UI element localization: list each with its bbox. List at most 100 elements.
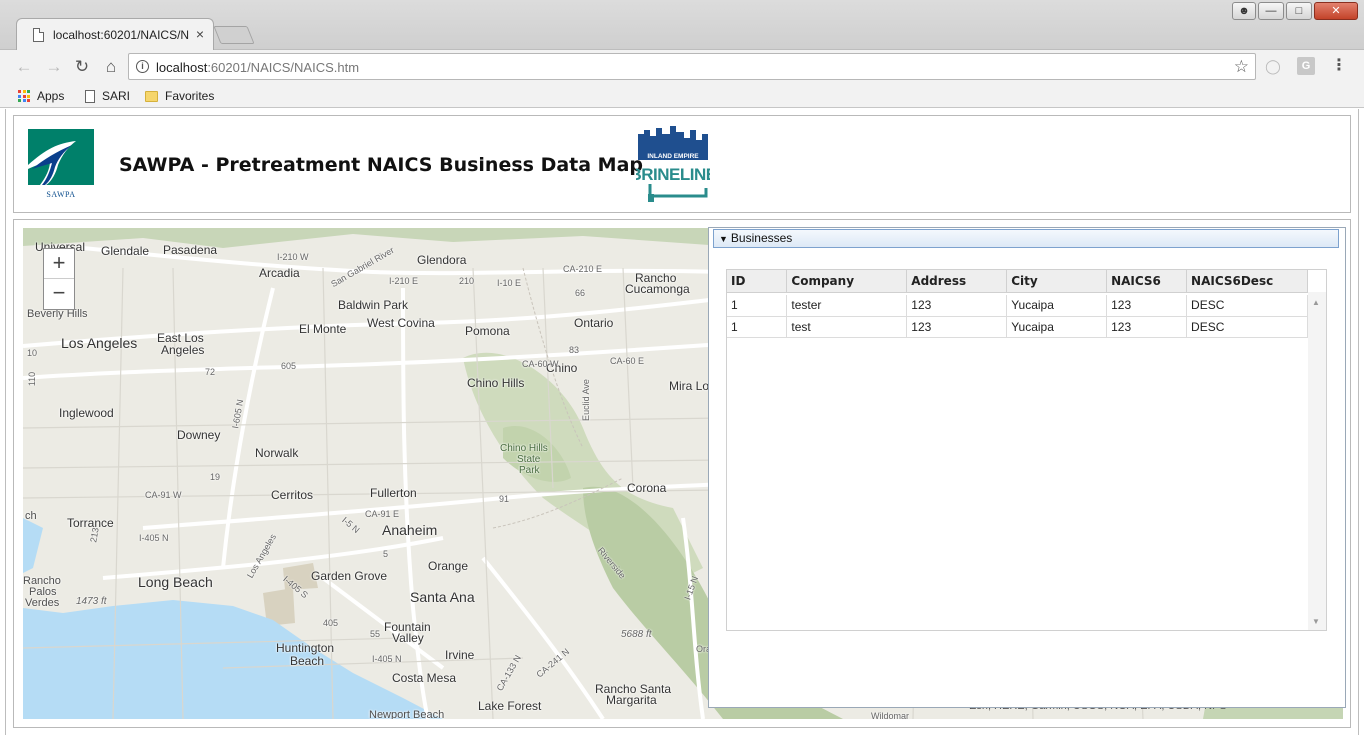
zoom-in-button[interactable]: +	[44, 249, 74, 279]
column-header-address[interactable]: Address	[906, 270, 1008, 293]
scroll-down-icon[interactable]: ▼	[1312, 617, 1320, 626]
forward-arrow-icon[interactable]: →	[42, 55, 66, 79]
grid-scrollbar[interactable]: ▲ ▼	[1308, 292, 1326, 630]
cell-naics6desc: DESC	[1186, 316, 1308, 338]
reload-icon[interactable]: ↻	[70, 55, 94, 79]
site-info-icon[interactable]: i	[136, 60, 149, 73]
businesses-table: ID Company Address City NAICS6 NAICS6Des…	[727, 270, 1308, 338]
map-label: Angeles	[161, 343, 205, 357]
road-label: 72	[205, 367, 216, 377]
tab-close-icon[interactable]: ×	[193, 26, 207, 42]
column-header-company[interactable]: Company	[786, 270, 908, 293]
maximize-button[interactable]: □	[1286, 2, 1312, 20]
map-label: Valley	[392, 631, 424, 645]
bookmark-apps[interactable]: Apps	[18, 88, 64, 104]
browser-titlebar: localhost:60201/NAICS/N × ☻ — □ ✕	[0, 0, 1364, 51]
map-label: Newport Beach	[369, 709, 445, 719]
app-header: SAWPA SAWPA - Pretreatment NAICS Busines…	[13, 115, 1351, 213]
map-label: Cerritos	[271, 488, 314, 502]
road-label: 19	[210, 472, 221, 482]
businesses-panel-header[interactable]: ▼ Businesses	[713, 229, 1339, 248]
table-row[interactable]: 1 tester 123 Yucaipa 123 DESC	[727, 295, 1308, 317]
table-header-row: ID Company Address City NAICS6 NAICS6Des…	[727, 270, 1308, 293]
bookmark-star-icon[interactable]: ☆	[1234, 57, 1249, 77]
road-label: 5	[383, 549, 389, 559]
road-label: 405	[323, 618, 339, 628]
road-label: I-210 W	[277, 252, 309, 262]
cell-company: tester	[786, 295, 908, 317]
cell-naics6: 123	[1106, 295, 1188, 317]
table-row[interactable]: 1 test 123 Yucaipa 123 DESC	[727, 316, 1308, 338]
cell-id: 1	[727, 316, 788, 338]
sawpa-logo-mark	[28, 129, 94, 185]
panel-title: Businesses	[730, 231, 793, 245]
cell-company: test	[786, 316, 908, 338]
road-label: I-405 N	[139, 533, 169, 543]
road-label: CA-60 W	[522, 359, 559, 369]
new-tab-button[interactable]	[213, 26, 255, 44]
map-label: Pasadena	[163, 243, 218, 257]
close-window-button[interactable]: ✕	[1314, 2, 1358, 20]
bookmark-sari[interactable]: SARI	[85, 88, 130, 104]
map-label: Ontario	[574, 316, 614, 330]
document-icon	[33, 28, 44, 42]
map-label: Beach	[290, 654, 325, 668]
road-label: I-405 N	[372, 654, 402, 664]
road-label: 66	[575, 288, 586, 298]
column-header-id[interactable]: ID	[727, 270, 788, 293]
map-label: Lake Forest	[478, 699, 542, 713]
map-label: Chino Hills	[467, 376, 525, 390]
browser-tab-active[interactable]: localhost:60201/NAICS/N ×	[16, 18, 214, 51]
map-label: Arcadia	[259, 266, 300, 280]
extension-g-icon[interactable]: G	[1297, 57, 1315, 75]
folder-icon	[145, 90, 158, 102]
bookmark-label: Apps	[37, 89, 65, 103]
content-panel: Universal Glendale Pasadena Glendora Arc…	[13, 219, 1351, 728]
browser-toolbar: ← → ↻ ⌂ i localhost:60201/NAICS/NAICS.ht…	[0, 50, 1364, 84]
map-label: Los Angeles	[61, 335, 138, 351]
bookmark-favorites[interactable]: Favorites	[145, 88, 214, 104]
road-label: CA-210 E	[563, 264, 603, 274]
map-label: Orange	[428, 559, 469, 573]
browser-menu-icon[interactable]: ⋮	[1330, 57, 1348, 75]
road-label: Wildomar	[871, 711, 910, 719]
column-header-naics6[interactable]: NAICS6	[1106, 270, 1188, 293]
bookmark-label: Favorites	[165, 89, 215, 103]
apps-grid-icon	[18, 90, 30, 102]
back-arrow-icon[interactable]: ←	[12, 55, 36, 79]
page-viewport: SAWPA SAWPA - Pretreatment NAICS Busines…	[5, 109, 1359, 735]
map-label: West Covina	[367, 316, 435, 330]
map-label: Glendale	[101, 244, 150, 258]
road-label: CA-60 E	[610, 356, 645, 366]
road-label: 110	[27, 371, 38, 387]
scroll-up-icon[interactable]: ▲	[1312, 298, 1320, 307]
minimize-button[interactable]: —	[1258, 2, 1284, 20]
map-label: Irvine	[445, 648, 475, 662]
map-label: El Monte	[299, 322, 347, 336]
user-profile-icon[interactable]: ☻	[1232, 2, 1256, 20]
road-label: I-10 E	[497, 278, 522, 288]
page-title: SAWPA - Pretreatment NAICS Business Data…	[119, 154, 644, 176]
address-bar[interactable]: i localhost:60201/NAICS/NAICS.htm ☆	[128, 53, 1256, 80]
road-label: I-210 E	[389, 276, 419, 286]
zoom-out-button[interactable]: −	[44, 279, 74, 309]
map-label: Fullerton	[370, 486, 417, 500]
map-label: State	[517, 454, 541, 465]
cell-city: Yucaipa	[1006, 316, 1108, 338]
road-label: 605	[281, 361, 297, 371]
map-label: Anaheim	[382, 522, 438, 538]
sawpa-logo-text: SAWPA	[46, 190, 76, 199]
map-label: Cucamonga	[625, 282, 690, 296]
cell-address: 123	[906, 316, 1008, 338]
businesses-grid: ID Company Address City NAICS6 NAICS6Des…	[726, 269, 1327, 631]
column-header-city[interactable]: City	[1006, 270, 1108, 293]
cast-icon[interactable]: ◯	[1264, 57, 1282, 75]
cell-address: 123	[906, 295, 1008, 317]
map-label: Verdes	[25, 597, 60, 609]
map-label: Park	[519, 465, 540, 476]
collapse-triangle-icon[interactable]: ▼	[719, 234, 728, 244]
column-header-naics6desc[interactable]: NAICS6Desc	[1186, 270, 1308, 293]
url-text: localhost:60201/NAICS/NAICS.htm	[156, 60, 360, 75]
map-label: Norwalk	[255, 446, 299, 460]
home-icon[interactable]: ⌂	[99, 55, 123, 79]
